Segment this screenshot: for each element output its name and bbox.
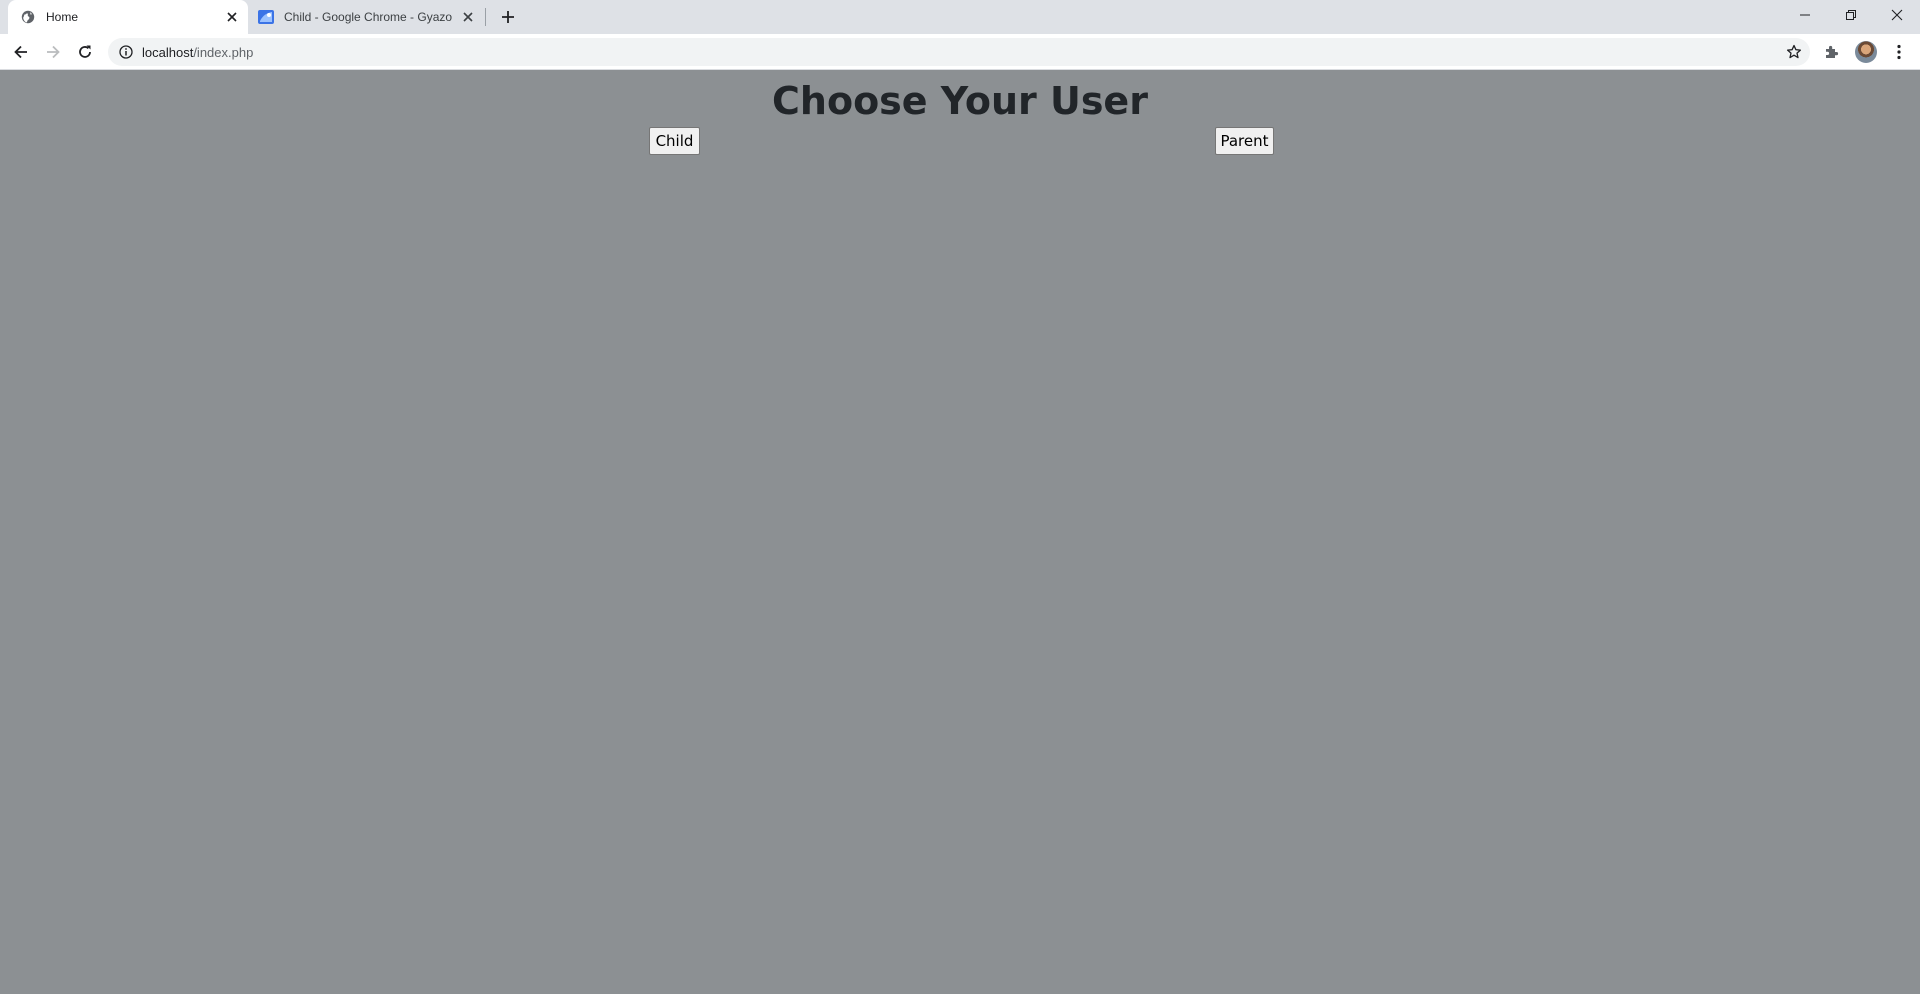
arrow-right-icon — [47, 45, 60, 59]
parent-button[interactable]: Parent — [1215, 127, 1274, 155]
gyazo-icon — [258, 9, 274, 25]
url-path: /index.php — [193, 44, 254, 60]
url-host: localhost — [142, 44, 194, 60]
arrow-left-icon — [14, 45, 27, 59]
info-icon[interactable] — [118, 44, 134, 60]
restore-button[interactable] — [1828, 0, 1874, 30]
child-button[interactable]: Child — [649, 127, 700, 155]
new-tab-button[interactable] — [496, 5, 520, 29]
reload-button[interactable] — [71, 38, 99, 66]
bookmark-star-icon[interactable] — [1786, 44, 1802, 60]
tab-title: Home — [46, 10, 79, 24]
kebab-menu-icon — [1897, 44, 1901, 60]
close-tab-icon[interactable] — [222, 7, 242, 27]
minimize-icon — [1800, 14, 1810, 16]
tab-title: Child - Google Chrome - Gyazo — [284, 10, 453, 24]
close-icon — [1891, 9, 1903, 21]
address-bar[interactable]: localhost/index.php — [108, 38, 1810, 66]
close-tab-icon[interactable] — [458, 7, 478, 27]
profile-avatar[interactable] — [1855, 41, 1877, 63]
browser-window: Home Child - Google Chrome - Gyazo local… — [0, 0, 1920, 994]
back-button[interactable] — [7, 38, 35, 66]
page-title: Choose Your User — [772, 79, 1148, 123]
forward-button[interactable] — [39, 38, 67, 66]
restore-icon — [1846, 10, 1856, 20]
plus-icon — [502, 11, 514, 23]
tab-gyazo[interactable]: Child - Google Chrome - Gyazo — [248, 0, 484, 34]
page-content: Choose Your User Child Parent — [0, 70, 1920, 994]
reload-icon — [79, 45, 91, 58]
puzzle-icon — [1826, 45, 1839, 58]
tab-home[interactable]: Home — [8, 0, 248, 34]
globe-icon — [20, 9, 36, 25]
browser-toolbar: localhost/index.php — [0, 34, 1920, 70]
tab-strip: Home Child - Google Chrome - Gyazo — [0, 0, 1920, 34]
tab-separator — [485, 8, 486, 26]
close-window-button[interactable] — [1874, 0, 1920, 30]
minimize-button[interactable] — [1782, 0, 1828, 30]
more-menu-button[interactable] — [1889, 42, 1909, 62]
extensions-button[interactable] — [1822, 42, 1842, 62]
